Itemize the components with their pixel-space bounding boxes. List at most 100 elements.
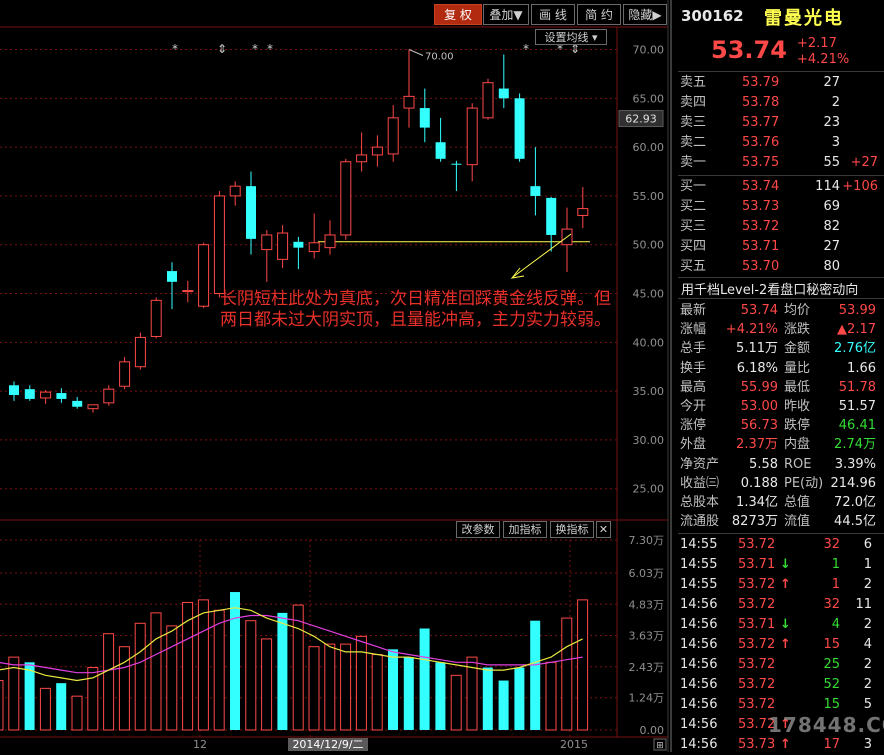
candle-body-up — [213, 195, 225, 295]
level2-banner[interactable]: 用千档Level-2看盘口秘密动向 — [681, 279, 858, 298]
tick-row: 14:56 53.72 ↑ 15 4 — [680, 635, 880, 655]
volume-bar-up — [245, 620, 257, 731]
tick-row: 14:56 53.72 25 2 — [680, 655, 880, 675]
tick-row: 14:56 53.72 15 5 — [680, 695, 880, 715]
price-tick-label: 55.00 — [633, 190, 665, 203]
event-marker-icon: * — [172, 42, 178, 56]
orderbook-row[interactable]: 卖二 53.76 3 — [680, 133, 884, 153]
high-marker-label: 70.00 — [425, 52, 454, 63]
candle-body-up — [261, 234, 273, 251]
volume-bar-up — [355, 635, 367, 731]
candle-body-down — [530, 186, 541, 196]
hide-button[interactable]: 隐藏▶ — [623, 4, 667, 25]
tick-arrow-icon: ↓ — [780, 617, 791, 632]
candle-body-up — [308, 242, 320, 253]
volume-bar-down — [24, 662, 35, 730]
volume-bar-down — [56, 683, 67, 730]
orderbook-price: 53.74 — [742, 179, 780, 194]
price-tick-label: 60.00 — [633, 141, 665, 154]
orderbook-price: 53.76 — [742, 135, 780, 150]
stat-label: 换手 — [680, 360, 707, 376]
tick-count: 2 — [863, 577, 872, 592]
candle-body-up — [182, 290, 194, 293]
orderbook-row[interactable]: 买一 53.74 114 +106 — [680, 177, 884, 197]
ma-settings-button[interactable]: 设置均线 ▾ — [535, 29, 607, 45]
tick-time: 14:56 — [680, 657, 718, 672]
tick-time: 14:56 — [680, 617, 718, 632]
candle-body-down — [56, 393, 67, 399]
orderbook-row[interactable]: 卖三 53.77 23 — [680, 113, 884, 133]
tick-count: 5 — [863, 697, 872, 712]
stat-value: 53.99 — [838, 303, 876, 318]
volume-bar-up — [213, 609, 225, 731]
tick-price: 53.72 — [738, 697, 776, 712]
stat-label: 总值 — [784, 495, 811, 510]
volume-bar-down — [388, 649, 398, 730]
stat-label: ROE — [784, 456, 812, 472]
orderbook-volume: 82 — [823, 219, 840, 234]
overlay-button[interactable]: 叠加▼ — [483, 4, 529, 25]
stat-value: 0.188 — [740, 475, 778, 491]
tick-row: 14:56 53.73 ↑ 17 3 — [680, 735, 880, 755]
orderbook-volume: 3 — [831, 135, 840, 150]
price-change-pct: +4.21% — [797, 52, 850, 67]
tick-count: 2 — [863, 677, 872, 692]
volume-bar-down — [403, 657, 414, 730]
orderbook-row[interactable]: 卖五 53.79 27 — [680, 73, 884, 93]
simple-button[interactable]: 简 约 — [577, 4, 621, 25]
orderbook-level-label: 卖五 — [680, 75, 707, 90]
stat-label: 总股本 — [680, 495, 720, 510]
event-markers: * ⇕ * * * * ⇕ — [172, 42, 580, 56]
volume-axis: 7.30万 6.03万 4.83万 3.63万 2.43万 1.24万 0.00 — [629, 534, 665, 737]
high-marker-line — [408, 49, 424, 56]
candle-body-up — [340, 161, 352, 236]
stat-label: 量比 — [784, 360, 811, 376]
volume-bar-up — [450, 674, 462, 731]
add-indicator-button[interactable]: 加指标 — [503, 521, 547, 538]
candle-body-up — [466, 107, 478, 166]
stat-value: 44.5亿 — [834, 514, 876, 530]
fuquan-button[interactable]: 复 权 — [434, 4, 482, 25]
switch-indicator-button[interactable]: 换指标 — [550, 521, 594, 538]
orderbook-level-label: 卖二 — [680, 135, 707, 150]
orderbook-row[interactable]: 买五 53.70 80 — [680, 257, 884, 277]
orderbook-row[interactable]: 买二 53.73 69 — [680, 197, 884, 217]
tick-count: 11 — [855, 597, 872, 612]
draw-line-button[interactable]: 画 线 — [531, 4, 575, 25]
volume-tick-label: 6.03万 — [629, 567, 665, 580]
orderbook-price: 53.77 — [742, 115, 780, 130]
date-axis: 12 2014/12/9/二 2015 — [193, 738, 588, 751]
price-tick-label: 65.00 — [633, 92, 665, 105]
tick-count: 4 — [863, 637, 872, 652]
orderbook-row[interactable]: 卖四 53.78 2 — [680, 93, 884, 113]
stat-label: 最新 — [680, 303, 707, 318]
tick-row: 14:56 53.71 ↓ 4 2 — [680, 615, 880, 635]
tick-volume: 52 — [823, 677, 840, 692]
stat-label: 流通股 — [680, 514, 720, 530]
close-indicator-icon[interactable]: ✕ — [596, 521, 611, 538]
price-tick-label: 25.00 — [633, 483, 665, 496]
tick-volume: 4 — [831, 617, 840, 632]
orderbook-row[interactable]: 买四 53.71 27 — [680, 237, 884, 257]
tick-price: 53.72 — [738, 597, 776, 612]
volume-bar-down — [419, 628, 430, 730]
scroll-handle[interactable]: ⊞ — [653, 738, 667, 751]
stat-value: 214.96 — [830, 475, 877, 491]
date-tick-label: 12 — [193, 738, 207, 751]
stat-label: 涨幅 — [680, 322, 707, 338]
stat-label: 内盘 — [784, 437, 811, 453]
tick-row: 14:56 53.72 52 2 — [680, 675, 880, 695]
stat-value: 56.73 — [740, 418, 778, 434]
change-params-button[interactable]: 改参数 — [456, 521, 500, 538]
stat-value: 51.78 — [838, 379, 876, 395]
annotation-text: 长阴短柱此处为真底，次日精准回踩黄金线反弹。但两日都未过大阴实顶，且量能冲高，主… — [220, 289, 611, 330]
event-marker-icon: ⇕ — [217, 42, 227, 56]
candle-body-down — [546, 197, 557, 235]
tick-row: 14:56 53.72 32 11 — [680, 595, 880, 615]
tick-row: 14:55 53.71 ↓ 1 1 — [680, 555, 880, 575]
orderbook-row[interactable]: 卖一 53.75 55 +27 — [680, 153, 884, 173]
orderbook-row[interactable]: 买三 53.72 82 — [680, 217, 884, 237]
stat-value: 6.18% — [736, 360, 778, 376]
orderbook-volume: 80 — [823, 259, 840, 274]
tick-price: 53.72 — [738, 677, 776, 692]
